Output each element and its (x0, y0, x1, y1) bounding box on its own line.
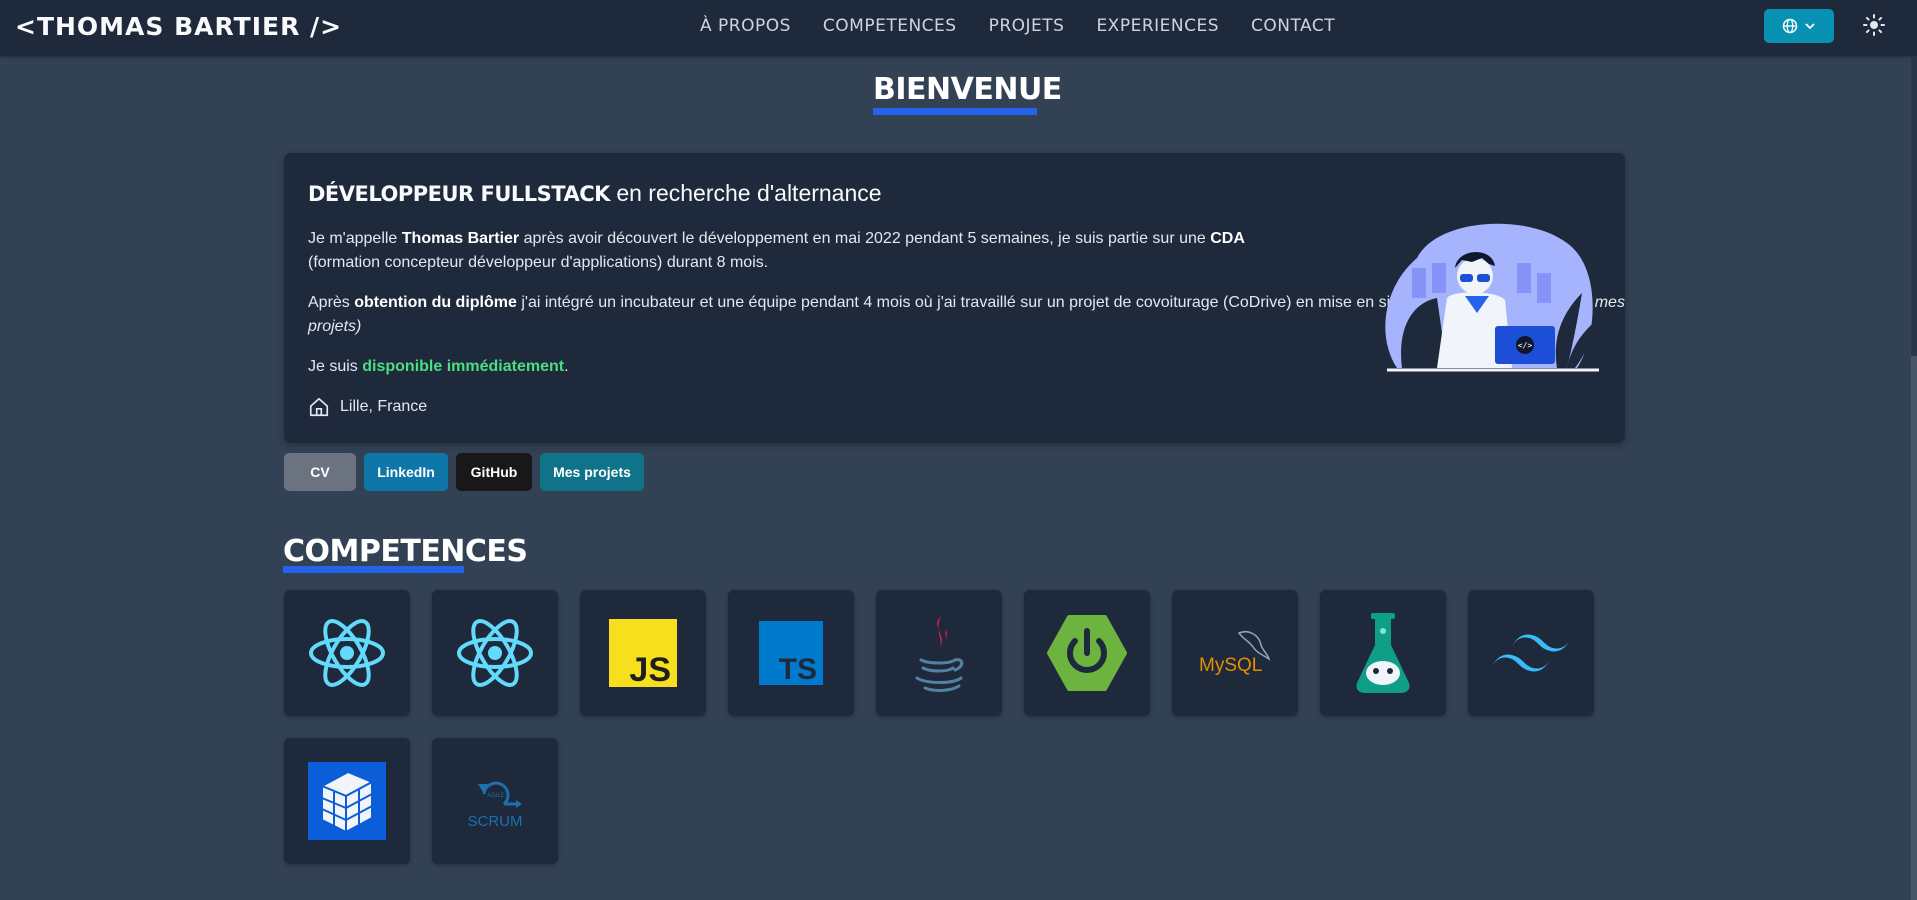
code-icon-text: </> (1518, 341, 1533, 350)
text: Je suis (308, 358, 363, 375)
availability-text: disponible immédiatement (362, 358, 565, 375)
tailwind-icon (1491, 634, 1571, 672)
location: Lille, France (308, 396, 427, 418)
skill-card-mysql: MySQL (1172, 590, 1298, 716)
welcome-title: BIENVENUE (873, 72, 1062, 107)
action-buttons: CV LinkedIn GitHub Mes projets (284, 453, 644, 491)
nav-link-a-propos[interactable]: À PROPOS (700, 16, 791, 36)
globe-icon (1782, 18, 1798, 34)
javascript-icon: JS (609, 619, 677, 687)
mysql-logo-text: MySQL (1199, 655, 1262, 676)
competences-underline (283, 566, 464, 573)
cda-bold: CDA (1210, 230, 1245, 247)
js-logo-text: JS (629, 651, 671, 687)
home-icon (309, 397, 329, 417)
skill-card-typescript: TS (728, 590, 854, 716)
welcome-underline (873, 108, 1037, 115)
typescript-icon: TS (759, 621, 823, 685)
text: (formation concepteur développeur d'appl… (308, 254, 769, 271)
cv-button[interactable]: CV (284, 453, 356, 491)
scrum-logo-text: SCRUM (468, 813, 523, 830)
intro-heading-bold: DÉVELOPPEUR FULLSTACK (308, 182, 610, 206)
nav-links: À PROPOS COMPETENCES PROJETS EXPERIENCES… (700, 16, 1335, 36)
language-button[interactable] (1764, 9, 1834, 43)
skill-card-java (876, 590, 1002, 716)
docker-blocks-icon (308, 762, 386, 840)
skill-card-blocks (284, 738, 410, 864)
nav-link-projets[interactable]: PROJETS (989, 16, 1065, 36)
nav-link-contact[interactable]: CONTACT (1251, 16, 1335, 36)
ts-logo-text: TS (779, 653, 817, 685)
github-button[interactable]: GitHub (456, 453, 532, 491)
react-icon (309, 619, 385, 687)
name-bold: Thomas Bartier (401, 230, 520, 247)
react-native-icon (457, 619, 533, 687)
intro-heading-rest: en recherche d'alternance (609, 180, 882, 206)
text: Après (308, 294, 355, 311)
competences-title: COMPETENCES (283, 534, 528, 569)
diploma-bold: obtention du diplôme (354, 294, 517, 311)
scrollbar-thumb[interactable] (1911, 356, 1917, 900)
developer-illustration: </> (1385, 223, 1599, 372)
skill-card-scrum: AGILE SCRUM (432, 738, 558, 864)
location-text: Lille, France (340, 398, 428, 415)
intro-card: DÉVELOPPEUR FULLSTACK en recherche d'alt… (284, 153, 1625, 443)
linkedin-button[interactable]: LinkedIn (364, 453, 448, 491)
spring-boot-icon (1047, 615, 1127, 691)
sun-icon[interactable] (1862, 13, 1886, 37)
mysql-icon: MySQL (1199, 631, 1271, 676)
text: Je m'appelle (308, 230, 402, 247)
skill-card-tailwind (1468, 590, 1594, 716)
chevron-down-icon (1805, 23, 1815, 30)
skill-card-spring-boot (1024, 590, 1150, 716)
top-navbar: <THOMAS BARTIER /> À PROPOS COMPETENCES … (0, 0, 1917, 56)
skill-card-vitest (1320, 590, 1446, 716)
java-icon (915, 616, 964, 692)
nav-link-experiences[interactable]: EXPERIENCES (1096, 16, 1219, 36)
agile-scrum-icon: AGILE SCRUM (468, 781, 523, 830)
agile-logo-text: AGILE (487, 793, 505, 799)
skill-card-react (284, 590, 410, 716)
nav-link-competences[interactable]: COMPETENCES (823, 16, 957, 36)
skill-card-react-native (432, 590, 558, 716)
vitest-icon (1356, 613, 1410, 693)
text: . (564, 358, 569, 375)
site-logo[interactable]: <THOMAS BARTIER /> (15, 12, 342, 41)
skill-card-javascript: JS (580, 590, 706, 716)
intro-heading: DÉVELOPPEUR FULLSTACK en recherche d'alt… (308, 180, 882, 207)
my-projects-button[interactable]: Mes projets (540, 453, 644, 491)
text: après avoir découvert le développement e… (519, 230, 1211, 247)
